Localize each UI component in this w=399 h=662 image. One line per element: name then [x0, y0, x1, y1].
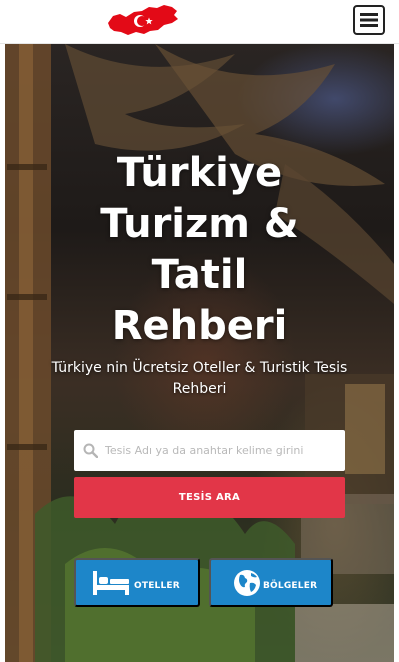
site-header	[0, 0, 399, 44]
regions-button[interactable]: BÖLGELER	[209, 558, 333, 607]
hero-title: Türkiye Turizm & Tatil Rehberi	[5, 148, 394, 352]
search-input[interactable]	[105, 430, 341, 471]
hero-title-line: Rehberi	[111, 303, 288, 349]
turkey-flag-map-icon	[108, 5, 178, 35]
search-icon	[83, 443, 98, 458]
hamburger-menu-icon	[360, 13, 378, 27]
bed-icon	[93, 571, 129, 595]
hero-title-line: Tatil	[151, 252, 248, 298]
hotels-button-label: OTELLER	[134, 581, 180, 591]
hero-title-line: Türkiye	[116, 150, 283, 196]
menu-button[interactable]	[353, 5, 385, 35]
hero-title-line: Turizm &	[100, 201, 299, 247]
regions-button-label: BÖLGELER	[263, 581, 318, 591]
hero-subtitle: Türkiye nin Ücretsiz Oteller & Turistik …	[51, 360, 348, 397]
search-button[interactable]: TESİS ARA	[74, 477, 345, 518]
globe-icon	[234, 570, 260, 596]
hero-section: Türkiye Turizm & Tatil Rehberi Türkiye n…	[5, 44, 394, 662]
hotels-button[interactable]: OTELLER	[74, 558, 200, 607]
site-logo[interactable]	[104, 1, 184, 41]
search-field[interactable]	[74, 430, 345, 471]
